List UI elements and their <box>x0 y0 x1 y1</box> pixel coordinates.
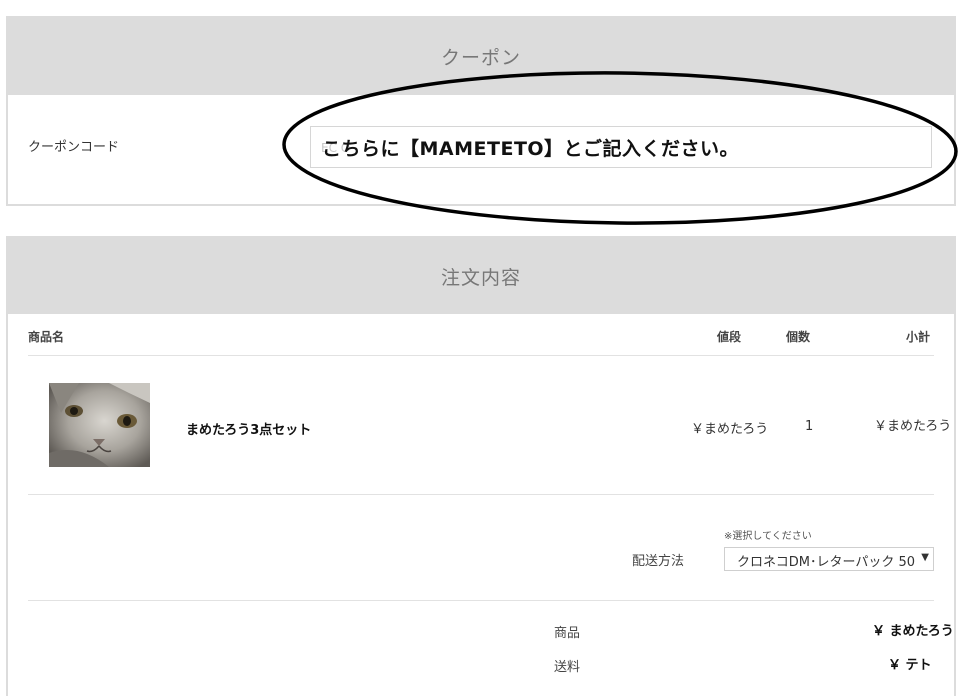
item-price: ￥まめたろう <box>691 422 769 437</box>
summary-product-value: ￥ まめたろう <box>872 624 954 639</box>
cat-photo-icon <box>49 383 150 467</box>
coupon-header: クーポン <box>8 18 954 95</box>
order-header: 注文内容 <box>8 238 954 314</box>
col-quantity: 個数 <box>786 330 811 344</box>
coupon-instruction-note: こちらに【MAMETETO】とご記入ください。 <box>322 138 740 160</box>
product-thumbnail[interactable] <box>49 383 150 467</box>
summary-product-label: 商品 <box>554 626 581 641</box>
item-subtotal: ￥まめたろう <box>874 419 952 434</box>
col-subtotal: 小計 <box>906 330 931 344</box>
header-divider <box>28 355 934 356</box>
shipping-note: ※選択してください <box>724 531 812 542</box>
summary-shipping-value: ￥ テト <box>888 658 932 673</box>
coupon-code-label: クーポンコード <box>28 140 120 155</box>
order-panel: 注文内容 商品名 値段 個数 小計 まめたろう3点セット ￥まめたろう 1 ￥ま… <box>6 236 956 696</box>
summary-shipping-label: 送料 <box>554 660 581 675</box>
item-divider <box>28 494 934 495</box>
coupon-panel: クーポン クーポンコード EC O <box>6 16 956 206</box>
shipping-method-select[interactable]: クロネコDM･レターパック 50 ▼ <box>724 547 934 571</box>
item-quantity: 1 <box>805 419 814 434</box>
col-product-name: 商品名 <box>28 330 65 344</box>
shipping-divider <box>28 600 934 601</box>
col-price: 値段 <box>717 330 742 344</box>
shipping-selected-value: クロネコDM･レターパック 50 <box>737 555 916 570</box>
dropdown-triangle-icon: ▼ <box>921 552 929 563</box>
shipping-method-label: 配送方法 <box>632 554 685 569</box>
product-name-link[interactable]: まめたろう3点セット <box>186 419 311 438</box>
